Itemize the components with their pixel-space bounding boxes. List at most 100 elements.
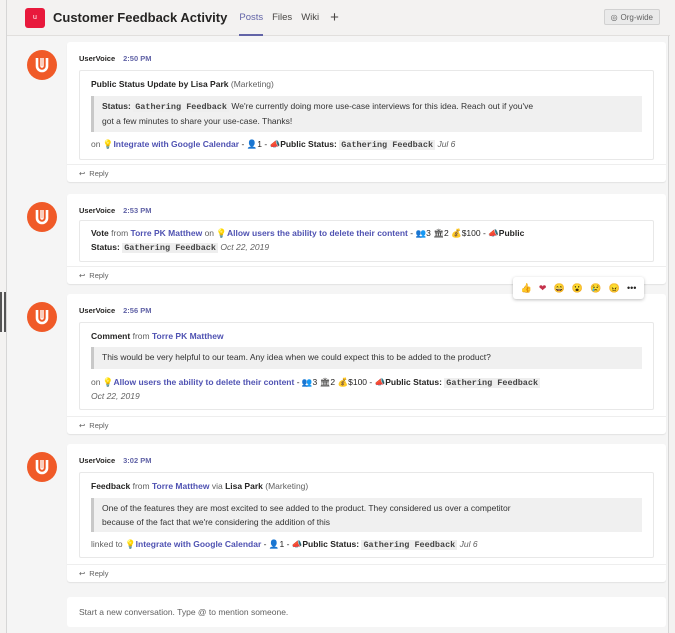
reply-label: Reply — [89, 569, 109, 578]
idea-link[interactable]: Allow users the ability to delete their … — [227, 228, 408, 238]
laugh-reaction-icon[interactable]: 😄 — [554, 283, 565, 294]
post-date: Jul 6 — [437, 139, 456, 149]
person-link[interactable]: Torre PK Matthew — [152, 331, 224, 341]
reaction-bar: 👍 ❤ 😄 😮 😢 😠 ••• — [513, 277, 644, 299]
timestamp: 3:02 PM — [123, 456, 152, 465]
post-date: Jul 6 — [459, 539, 478, 549]
timestamp: 2:56 PM — [123, 306, 152, 315]
card-heading: Feedback from Torre Matthew via Lisa Par… — [91, 481, 308, 491]
by-label: by — [178, 79, 189, 89]
public-status-label: Public Status: — [302, 539, 360, 549]
reply-button[interactable]: ↩ Reply — [67, 416, 666, 434]
reply-label: Reply — [89, 271, 109, 280]
channel-title: Customer Feedback Activity — [53, 10, 228, 25]
sad-reaction-icon[interactable]: 😢 — [590, 283, 601, 294]
channel-header: u Customer Feedback Activity Posts Files… — [7, 0, 670, 36]
uservoice-logo-icon[interactable] — [27, 202, 57, 232]
team-avatar[interactable]: u — [25, 7, 45, 28]
globe-icon: ◎ — [610, 12, 618, 22]
idea-link[interactable]: Integrate with Google Calendar — [113, 139, 239, 149]
reply-arrow-icon: ↩ — [79, 421, 86, 430]
card-heading: Public Status Update by Lisa Park (Marke… — [91, 79, 274, 89]
status-value: Gathering Feedback — [133, 102, 230, 112]
author-name[interactable]: UserVoice — [79, 54, 115, 63]
adaptive-card: Comment from Torre PK Matthew This would… — [79, 322, 654, 410]
on-label: on — [204, 228, 215, 238]
via-label: via — [211, 481, 223, 491]
quote-text: This would be very helpful to our team. … — [102, 352, 491, 362]
surprised-reaction-icon[interactable]: 😮 — [572, 283, 583, 294]
public-status-label: Public Status: — [280, 139, 337, 149]
message-card: UserVoice 2:53 PM Vote from Torre PK Matt… — [67, 194, 666, 284]
reply-button[interactable]: ↩ Reply — [67, 564, 666, 582]
person-icon: 👤 — [246, 139, 258, 149]
org-wide-badge[interactable]: ◎ Org-wide — [603, 9, 660, 25]
angry-reaction-icon[interactable]: 😠 — [609, 283, 620, 294]
separator: - — [264, 139, 268, 149]
megaphone-icon: 📣 — [374, 377, 386, 387]
tab-posts[interactable]: Posts — [239, 0, 263, 36]
public-status-value: Gathering Feedback — [339, 140, 436, 150]
author-name[interactable]: UserVoice — [79, 206, 115, 215]
uservoice-logo-icon[interactable] — [27, 452, 57, 482]
tab-files[interactable]: Files — [272, 0, 292, 36]
card-footer: on 💡Allow users the ability to delete th… — [91, 377, 541, 388]
revenue-value: $100 — [461, 228, 481, 238]
tab-wiki[interactable]: Wiki — [301, 0, 319, 36]
vote-count: 3 — [312, 377, 318, 387]
card-footer: linked to 💡Integrate with Google Calenda… — [91, 539, 478, 550]
like-reaction-icon[interactable]: 👍 — [521, 283, 532, 294]
separator: - — [241, 139, 245, 149]
lightbulb-icon: 💡 — [102, 139, 114, 149]
person-link[interactable]: Torre PK Matthew — [131, 228, 203, 238]
post-date: Oct 22, 2019 — [91, 391, 140, 401]
separator: - — [369, 377, 373, 387]
via-person-link[interactable]: Lisa Park — [225, 481, 263, 491]
reply-arrow-icon: ↩ — [79, 169, 86, 178]
adaptive-card: Feedback from Torre Matthew via Lisa Par… — [79, 472, 654, 558]
person-link[interactable]: Lisa Park — [191, 79, 229, 89]
adaptive-card: Vote from Torre PK Matthew on 💡Allow use… — [79, 220, 654, 262]
idea-link[interactable]: Integrate with Google Calendar — [136, 539, 262, 549]
building-icon: 🏛 — [319, 377, 331, 387]
reply-button[interactable]: ↩ Reply — [67, 164, 666, 182]
status-word: Status: — [91, 242, 120, 252]
person-link[interactable]: Torre Matthew — [152, 481, 209, 491]
quote-line-2: because of the fact that we're consideri… — [102, 517, 330, 527]
uservoice-logo-icon[interactable] — [27, 302, 57, 332]
quote-line-1: We're currently doing more use-case inte… — [231, 101, 534, 111]
from-label: from — [132, 331, 150, 341]
customer-count: 2 — [330, 377, 336, 387]
megaphone-icon: 📣 — [291, 539, 303, 549]
lightbulb-icon: 💡 — [216, 228, 227, 238]
public-status-value: Gathering Feedback — [361, 540, 458, 550]
add-tab-button[interactable]: + — [330, 9, 339, 26]
author-name[interactable]: UserVoice — [79, 306, 115, 315]
money-bag-icon: 💰 — [451, 228, 462, 238]
megaphone-icon: 📣 — [269, 139, 281, 149]
composer-placeholder: Start a new conversation. Type @ to ment… — [79, 607, 289, 617]
uservoice-logo-icon[interactable] — [27, 50, 57, 80]
public-status-value: Gathering Feedback — [122, 243, 219, 253]
lightbulb-icon: 💡 — [102, 377, 114, 387]
author-name[interactable]: UserVoice — [79, 456, 115, 465]
heart-reaction-icon[interactable]: ❤ — [539, 283, 547, 294]
department: (Marketing) — [265, 481, 309, 491]
department: (Marketing) — [230, 79, 274, 89]
public-label: Public — [498, 228, 525, 238]
timestamp: 2:53 PM — [123, 206, 152, 215]
new-conversation-input[interactable]: Start a new conversation. Type @ to ment… — [67, 597, 666, 627]
message-meta: UserVoice 3:02 PM — [79, 456, 152, 465]
more-options-icon[interactable]: ••• — [627, 283, 636, 293]
idea-link[interactable]: Allow users the ability to delete their … — [113, 377, 294, 387]
timestamp: 2:50 PM — [123, 54, 152, 63]
money-bag-icon: 💰 — [337, 377, 349, 387]
separator: - — [263, 539, 267, 549]
card-footer: on 💡Integrate with Google Calendar - 👤1 … — [91, 139, 455, 150]
org-wide-label: Org-wide — [620, 12, 653, 22]
vote-count: 3 — [426, 228, 431, 238]
status-quote: Status: Gathering Feedback We're current… — [91, 96, 642, 132]
footer-prefix: on — [91, 377, 101, 387]
message-card: UserVoice 3:02 PM Feedback from Torre Mat… — [67, 444, 666, 582]
building-icon: 🏛 — [433, 228, 444, 238]
